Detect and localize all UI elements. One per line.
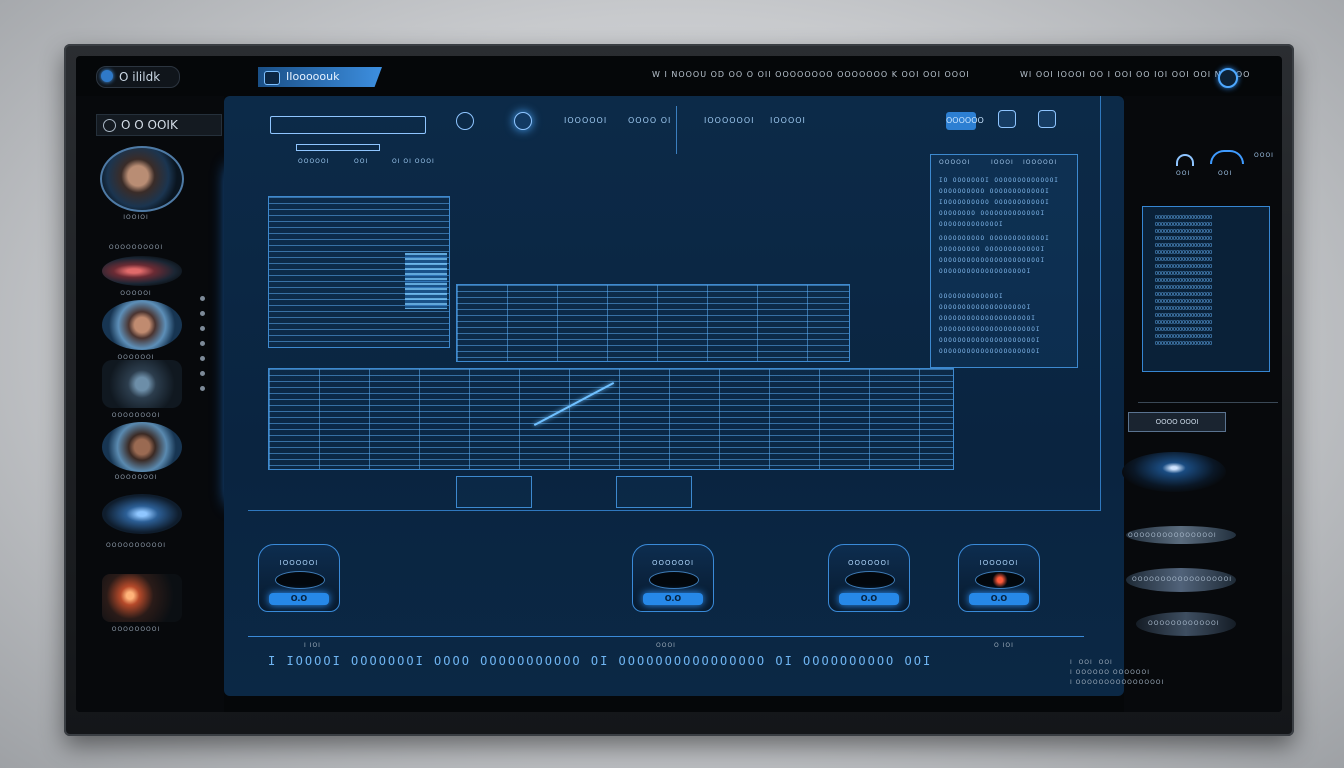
data-grid-text: OOOOOOOOOOOOOOOOOOO OOOOOOOOOOOOOOOOOOO …: [1155, 215, 1213, 347]
list-item[interactable]: [102, 360, 182, 408]
grid-cell[interactable]: [456, 476, 532, 508]
info-header: IOOOI: [991, 159, 1014, 166]
gauge-label: OOOOOOI: [847, 559, 891, 567]
footer-divider: [248, 636, 1084, 637]
gauge-value: O.O: [860, 594, 878, 603]
user-icon: [103, 119, 116, 132]
info-text-block: IO OOOOOOOI OOOOOOOOOOOOOI OOOOOOOOOO OO…: [939, 177, 1059, 228]
action-button[interactable]: OOOO OOOI: [1128, 412, 1226, 432]
brand-label: O ilildk: [119, 70, 161, 84]
avatar[interactable]: [100, 146, 184, 212]
list-item[interactable]: [102, 300, 182, 350]
window-icon: [264, 71, 280, 85]
active-tab[interactable]: I​Iooooouk: [258, 67, 382, 87]
list-item[interactable]: [102, 574, 182, 622]
edit-icon[interactable]: [998, 110, 1016, 128]
title-underline: [296, 144, 380, 151]
grid-columns: [457, 285, 849, 361]
settings-icon[interactable]: [1218, 68, 1238, 88]
main-panel: OOOOOI OOI OI OI OOOI IOOOOOI OOOO OI IO…: [224, 96, 1124, 696]
gauge-eye-icon: [975, 571, 1025, 589]
gauge-card[interactable]: OOOOOOI O.O: [632, 544, 714, 612]
gauge-eye-icon: [275, 571, 325, 589]
info-panel: OOOOOI IOOOI IOOOOOI IO OOOOOOOI OOOOOOO…: [930, 154, 1078, 368]
sub-label: OOI: [354, 158, 369, 165]
toolbar-label[interactable]: OOOO OI: [628, 116, 671, 125]
sidebar-header-label: O O OOIK: [121, 118, 178, 132]
title-field[interactable]: [270, 116, 426, 134]
sidebar: O O OOIK IOOIOI OOOOOOOOOI OOOOOI OOOOOO…: [76, 96, 224, 712]
info-text-block: OOOOOOOOOO OOOOOOOOOOOOI OOOOOOOOO OOOOO…: [939, 235, 1050, 275]
logo-icon: [101, 70, 113, 82]
gauge-label: IOOOOOI: [279, 559, 319, 567]
footer-tick: O IOI: [994, 642, 1014, 649]
preview-card[interactable]: [1122, 452, 1226, 492]
footer-tick: I IOI: [304, 642, 321, 649]
list-item-caption: OOOOOOOOI: [111, 412, 161, 419]
sub-label: OI OI OOOI: [392, 158, 435, 165]
gauge-value: O.O: [990, 594, 1008, 603]
brand-button[interactable]: O ilildk: [96, 66, 180, 88]
list-item-caption: OOOOOOOOI: [111, 626, 161, 633]
card-caption: OOOOOOOOOOOOI: [1148, 620, 1220, 627]
list-item[interactable]: [102, 256, 182, 286]
signal-icon[interactable]: [1210, 150, 1244, 164]
screen: O ilildk I​Iooooouk W I NOOOU OD OO O OI…: [76, 56, 1282, 712]
active-tab-label: I​Iooooouk: [286, 70, 340, 83]
toolbar-label[interactable]: IOOOOOOI: [704, 116, 755, 125]
right-mini-label: OOI: [1176, 170, 1191, 177]
gauge-eye-icon: [649, 571, 699, 589]
list-item-caption: OOOOOOOOOI: [108, 244, 164, 251]
info-header: OOOOOI: [939, 159, 971, 166]
filter-button[interactable]: OOOOOO: [946, 112, 984, 130]
status-text-left: W I NOOOU OD OO O OII OOOOOOOO OOOOOOO K…: [652, 70, 970, 79]
list-item-caption: OOOOOI: [120, 290, 152, 297]
sidebar-scroll-dots[interactable]: [200, 296, 206, 416]
grid-cell[interactable]: [616, 476, 692, 508]
grid-panel-a[interactable]: [268, 196, 450, 348]
wifi-icon[interactable]: [1176, 154, 1194, 166]
gauge-eye-icon: [845, 571, 895, 589]
right-mini-label: OOOI: [1254, 152, 1274, 159]
gauge-label: OOOOOOI: [651, 559, 695, 567]
list-item-caption: OOOOOOOOOOI: [106, 542, 166, 549]
grid-panel-b[interactable]: [456, 284, 850, 362]
globe-icon[interactable]: [514, 112, 532, 130]
sub-label: OOOOOI: [298, 158, 330, 165]
gauge-label: IOOOOOI: [979, 559, 1019, 567]
card-caption: OOOOOOOOOOOOOOOOOI: [1132, 576, 1233, 583]
corner-readout: I OOI OOI I OOOOOO OOOOOOI I OOOOOOOOOOO…: [1070, 659, 1165, 686]
list-item[interactable]: [102, 494, 182, 534]
info-text-block: OOOOOOOOOOOOOI OOOOOOOOOOOOOOOOOOOI OOOO…: [939, 293, 1041, 355]
crosshair-icon[interactable]: [456, 112, 474, 130]
info-header: IOOOOOI: [1023, 159, 1058, 166]
gauge-card[interactable]: IOOOOOI O.O: [958, 544, 1040, 612]
right-divider: [1138, 402, 1278, 403]
data-grid-panel[interactable]: OOOOOOOOOOOOOOOOOOO OOOOOOOOOOOOOOOOOOO …: [1142, 206, 1270, 372]
list-item-caption: OOOOOOOI: [114, 474, 158, 481]
toolbar-label[interactable]: IOOOOOI: [564, 116, 607, 125]
status-text-right: WI OOI IOOOI OO I OOI OO IOI OOI OOI NOI…: [1020, 70, 1251, 79]
list-item[interactable]: [102, 422, 182, 472]
sidebar-header[interactable]: O O OOIK: [96, 114, 222, 136]
grid-panel-c[interactable]: [268, 368, 954, 470]
share-icon[interactable]: [1038, 110, 1056, 128]
toolbar-divider: [676, 106, 677, 154]
gauge-card[interactable]: IOOOOOI O.O: [258, 544, 340, 612]
highlight-block: [405, 253, 447, 309]
top-bar: O ilildk I​Iooooouk W I NOOOU OD OO O OI…: [76, 56, 1282, 96]
toolbar-label[interactable]: IOOOOI: [770, 116, 806, 125]
gauge-card[interactable]: OOOOOOI O.O: [828, 544, 910, 612]
card-caption: OOOOOOOOOOOOOOOI: [1128, 532, 1217, 539]
footer-tick: OOOI: [656, 642, 676, 649]
avatar-caption: IOOIOI: [123, 214, 149, 221]
right-mini-label: OOI: [1218, 170, 1233, 177]
gauge-value: O.O: [290, 594, 308, 603]
gauge-value: O.O: [664, 594, 682, 603]
footer-scroller: I IOOOOI OOOOOOOI OOOO OOOOOOOOOOO OI OO…: [268, 654, 933, 668]
